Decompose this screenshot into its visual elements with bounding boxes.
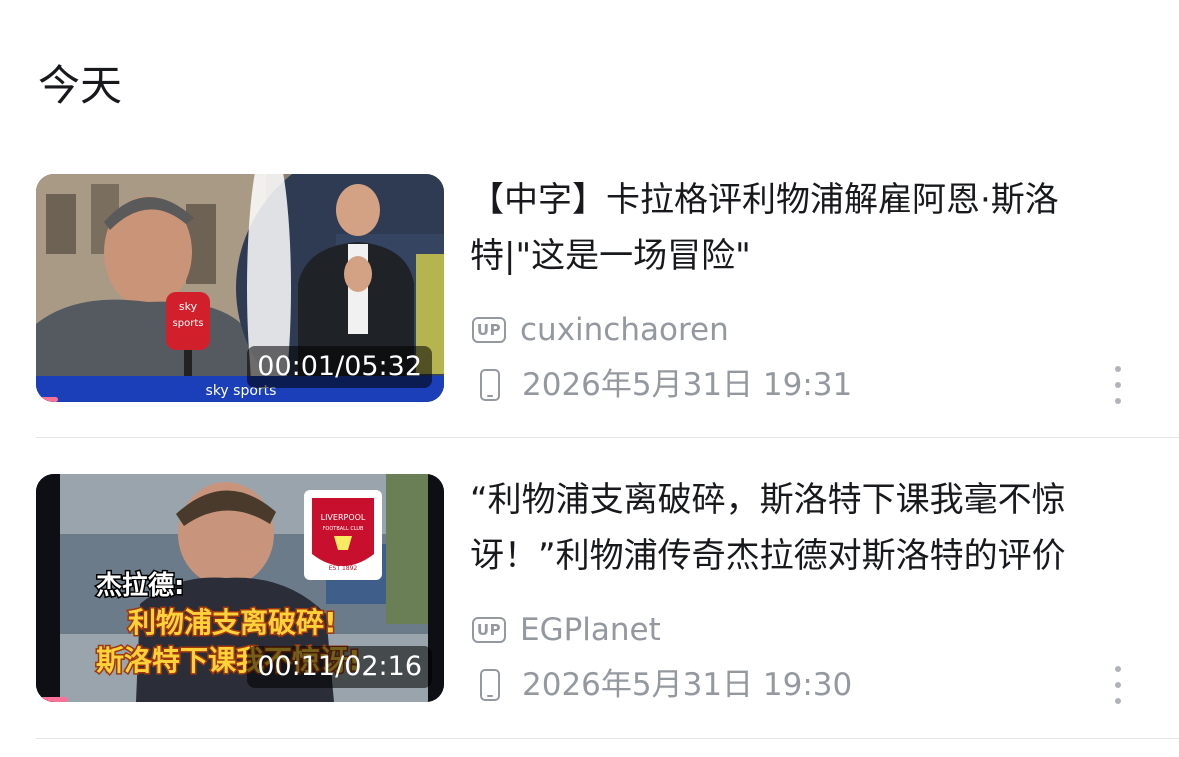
svg-text:sports: sports [173, 318, 204, 329]
video-thumbnail[interactable]: sky sports sky sports 00:01/05:32 [36, 174, 444, 402]
crest-sub: FOOTBALL CLUB [323, 526, 365, 532]
section-title-today: 今天 [38, 61, 123, 110]
time-row: 2026年5月31日 19:31 [472, 365, 852, 405]
up-badge-icon: UP [472, 317, 506, 343]
crest-est: EST 1892 [329, 565, 358, 572]
crest-name: LIVERPOOL [321, 513, 366, 522]
author-row[interactable]: UP EGPlanet [472, 610, 661, 650]
caption-line-1: 杰拉德: [96, 570, 184, 601]
divider [36, 437, 1179, 438]
video-thumbnail[interactable]: LIVERPOOL FOOTBALL CLUB EST 1892 杰拉德: 利物… [36, 474, 444, 702]
author-name: EGPlanet [520, 612, 661, 648]
divider [36, 738, 1179, 739]
watch-progress-bar [36, 697, 68, 702]
phone-icon [480, 369, 500, 401]
up-badge-icon: UP [472, 617, 506, 643]
watch-time: 2026年5月31日 19:31 [522, 367, 853, 403]
history-item[interactable]: sky sports sky sports 00:01/05:32 【中字】卡拉… [0, 170, 1179, 430]
video-duration: 00:01/05:32 [247, 346, 432, 388]
phone-icon [480, 669, 500, 701]
more-options-icon[interactable] [1106, 666, 1130, 704]
watch-time: 2026年5月31日 19:30 [522, 667, 853, 703]
mic-brand-text: sky [179, 300, 198, 313]
video-title[interactable]: 【中字】卡拉格评利物浦解雇阿恩·斯洛特|"这是一场冒险" [470, 172, 1130, 284]
author-row[interactable]: UP cuxinchaoren [472, 310, 729, 350]
caption-line-2: 利物浦支离破碎! [128, 606, 337, 639]
time-row: 2026年5月31日 19:30 [472, 665, 852, 705]
author-name: cuxinchaoren [520, 312, 729, 348]
history-item[interactable]: LIVERPOOL FOOTBALL CLUB EST 1892 杰拉德: 利物… [0, 470, 1179, 730]
more-options-icon[interactable] [1106, 366, 1130, 404]
video-title[interactable]: “利物浦支离破碎，斯洛特下课我毫不惊讶！”利物浦传奇杰拉德对斯洛特的评价 [470, 472, 1130, 584]
video-duration: 00:11/02:16 [247, 646, 432, 688]
watch-progress-bar [36, 397, 58, 402]
